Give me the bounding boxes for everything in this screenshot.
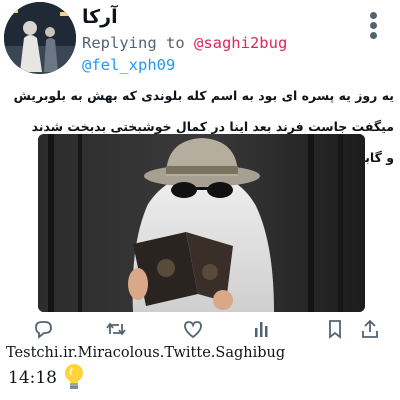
bookmark-icon[interactable]: [324, 318, 346, 340]
replying-prefix: Replying to: [82, 34, 194, 52]
tweet-line: یه روز یه پسره ای بود به اسم کله بلوندی …: [13, 88, 394, 103]
light-bulb-emoji-icon: [65, 364, 83, 389]
reply-mention-link[interactable]: @saghi2bug: [194, 34, 287, 52]
tweet-media-image[interactable]: [38, 134, 365, 312]
avatar-photo: [4, 2, 76, 74]
share-icon[interactable]: [359, 318, 381, 340]
avatar[interactable]: [4, 2, 76, 74]
display-name[interactable]: آرکا: [82, 6, 118, 28]
views-bar-chart-icon[interactable]: [251, 318, 273, 340]
tweet-time: 14:18: [8, 368, 57, 388]
like-heart-icon[interactable]: [182, 318, 204, 340]
reply-icon[interactable]: [32, 318, 54, 340]
footer-site-text: Testchi.ir.Miracolous.Twitte.Saghibug: [6, 345, 286, 361]
more-options-icon[interactable]: [368, 12, 378, 42]
tweet-action-bar: [0, 318, 400, 340]
more-dot: [369, 22, 377, 29]
ghost-reading-book-image: [38, 134, 365, 312]
reply-handle-link[interactable]: @fel_xph09: [82, 56, 175, 74]
retweet-icon[interactable]: [105, 318, 127, 340]
replying-to-line: Replying to @saghi2bug: [82, 34, 287, 52]
more-dot: [369, 32, 377, 39]
more-dot: [369, 12, 377, 19]
